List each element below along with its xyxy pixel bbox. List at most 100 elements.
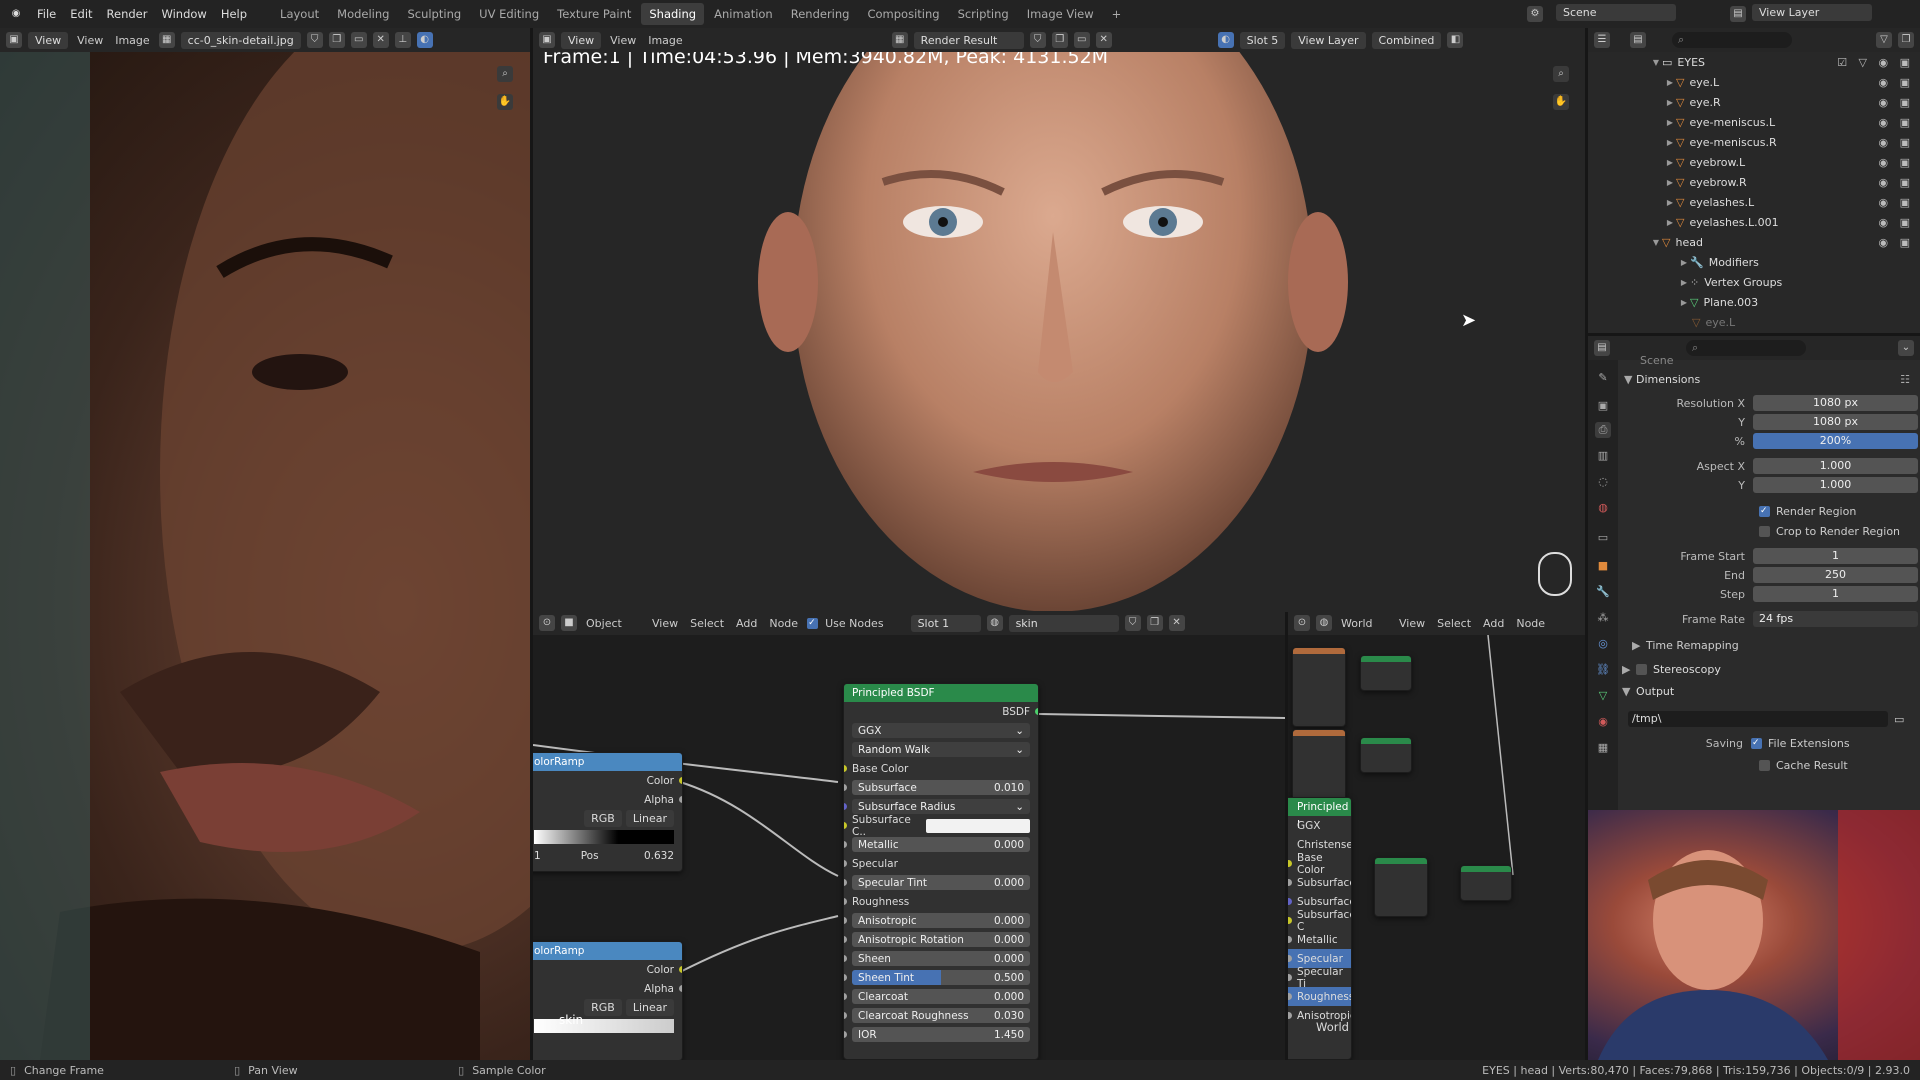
color-socket[interactable] (679, 966, 682, 973)
expand-icon[interactable]: ▶ (1664, 198, 1676, 207)
render-result-field[interactable]: Render Result (913, 31, 1024, 49)
pan-hand-icon[interactable]: ✋ (497, 94, 513, 110)
scene-field[interactable]: Scene (1556, 4, 1676, 21)
mini-node[interactable] (1460, 865, 1512, 901)
menu-node[interactable]: Node (766, 617, 801, 630)
colorramp-node-2[interactable]: olorRamp Color Alpha RGB Linear (533, 941, 683, 1060)
resolution-percent-field[interactable]: 200% (1753, 433, 1918, 449)
subsurface-method-dropdown[interactable]: Random Walk ⌄ (852, 742, 1030, 757)
mini-node[interactable] (1360, 655, 1412, 691)
fake-user-icon[interactable]: ⛉ (1124, 615, 1141, 631)
outliner-item[interactable]: ▶ ▽ eye-meniscus.L ◉ ▣ (1588, 112, 1920, 132)
output-path-field[interactable]: /tmp\ (1628, 711, 1888, 727)
dimensions-panel-header[interactable]: ▼ Dimensions ☷ (1618, 370, 1920, 388)
outliner-item[interactable]: ▶ ▽ eye.R ◉ ▣ (1588, 92, 1920, 112)
material-tab-icon[interactable]: ◉ (1595, 714, 1611, 730)
time-remapping-panel[interactable]: ▶ Time Remapping (1618, 636, 1920, 654)
tab-animation[interactable]: Animation (706, 3, 781, 25)
outliner-item-head[interactable]: ▼ ▽ head ◉ ▣ (1588, 232, 1920, 252)
world-type-icon[interactable]: ◍ (1316, 615, 1332, 631)
specular-tint-socket[interactable] (844, 879, 847, 886)
filter-icon[interactable]: ▽ (1876, 32, 1892, 48)
world-node-canvas[interactable]: Principled I GGX Christensen Base Color … (1288, 635, 1585, 1060)
display-mode-icon[interactable]: ▤ (1630, 32, 1646, 48)
distribution-label[interactable]: GGX (1297, 820, 1320, 832)
expand-icon[interactable]: ▶ (1664, 78, 1676, 87)
outliner-item[interactable]: ▶ ▽ eye-meniscus.R ◉ ▣ (1588, 132, 1920, 152)
frame-rate-dropdown[interactable]: 24 fps (1753, 611, 1918, 627)
menu-help[interactable]: Help (214, 7, 254, 21)
close-icon[interactable]: ✕ (372, 32, 389, 48)
specular-tint-socket[interactable] (1288, 974, 1292, 981)
expand-icon[interactable]: ▶ (1664, 218, 1676, 227)
anisotropic-slider[interactable]: Anisotropic 0.000 (852, 913, 1030, 928)
use-nodes-checkbox[interactable] (807, 617, 819, 629)
scene-icon[interactable]: ⚙ (1527, 6, 1543, 22)
expand-icon[interactable]: ▶ (1678, 258, 1690, 267)
overlay-icon[interactable]: ◐ (1217, 32, 1234, 48)
new-image-icon[interactable]: ❐ (1051, 32, 1068, 48)
menu-image[interactable]: Image (112, 34, 152, 47)
expand-icon[interactable]: ▼ (1650, 238, 1662, 247)
ior-slider[interactable]: IOR 1.450 (852, 1027, 1030, 1042)
file-extensions-checkbox[interactable] (1751, 737, 1762, 749)
metallic-socket[interactable] (1288, 936, 1292, 943)
specular-socket[interactable] (1288, 955, 1292, 962)
slot-dropdown[interactable]: Slot 1 (910, 614, 981, 632)
tab-image-view[interactable]: Image View (1019, 3, 1102, 25)
new-image-icon[interactable]: ❐ (328, 32, 345, 48)
base-color-socket[interactable] (844, 765, 847, 772)
outliner-search-input[interactable]: ⌕ (1672, 32, 1792, 48)
outliner-item-faded[interactable]: ▽ eye.L (1588, 312, 1920, 332)
menu-view[interactable]: View (607, 34, 639, 47)
color-mode-dropdown[interactable]: RGB (584, 999, 622, 1016)
node-canvas[interactable]: olorRamp Color Alpha RGB Linear 1 Pos 0.632… (533, 635, 1285, 1060)
fake-user-icon[interactable]: ⛉ (306, 32, 323, 48)
menu-select[interactable]: Select (687, 617, 727, 630)
zoom-icon[interactable]: ⌕ (497, 66, 513, 82)
expand-icon[interactable]: ▼ (1650, 58, 1662, 67)
outliner-item[interactable]: ▶ ▽ eye.L ◉ ▣ (1588, 72, 1920, 92)
tab-scripting[interactable]: Scripting (950, 3, 1017, 25)
sheen-tint-socket[interactable] (844, 974, 847, 981)
material-browse-icon[interactable]: ◍ (986, 615, 1003, 631)
clearcoat-socket[interactable] (844, 993, 847, 1000)
sheen-tint-slider[interactable]: Sheen Tint 0.500 (852, 970, 1030, 985)
outliner-modifiers[interactable]: ▶ 🔧 Modifiers (1588, 252, 1920, 272)
slot-dropdown[interactable]: Slot 5 (1239, 31, 1286, 49)
menu-window[interactable]: Window (154, 7, 213, 21)
constraints-tab-icon[interactable]: ⛓ (1595, 662, 1611, 678)
view-layer-tab-icon[interactable]: ▥ (1595, 448, 1611, 464)
close-icon[interactable]: ✕ (1168, 615, 1185, 631)
expand-icon[interactable]: ▶ (1664, 178, 1676, 187)
add-workspace-icon[interactable]: + (1104, 3, 1130, 25)
aspect-x-field[interactable]: 1.000 (1753, 458, 1918, 474)
view-layer-dropdown[interactable]: View Layer (1291, 31, 1366, 49)
tab-layout[interactable]: Layout (272, 3, 327, 25)
pan-hand-icon[interactable]: ✋ (1553, 94, 1569, 110)
mini-node[interactable] (1292, 647, 1346, 727)
expand-icon[interactable]: ▶ (1678, 278, 1690, 287)
ior-socket[interactable] (844, 1031, 847, 1038)
subsurface-color-socket[interactable] (1288, 917, 1292, 924)
visibility-icons[interactable]: ☑ ▽ ◉ ▣ (1837, 56, 1914, 69)
tool-tab-icon[interactable]: ✎ (1595, 370, 1611, 386)
subsurface-socket[interactable] (844, 784, 847, 791)
outliner-item[interactable]: ▶ ▽ eyelashes.L.001 ◉ ▣ (1588, 212, 1920, 232)
data-tab-icon[interactable]: ▽ (1595, 688, 1611, 704)
physics-tab-icon[interactable]: ◎ (1595, 636, 1611, 652)
aspect-y-field[interactable]: 1.000 (1753, 477, 1918, 493)
principled-bsdf-node[interactable]: Principled BSDF BSDF GGX ⌄ Random Walk ⌄ B… (843, 683, 1039, 1060)
list-icon[interactable]: ☷ (1900, 373, 1910, 386)
resolution-x-field[interactable]: 1080 px (1753, 395, 1918, 411)
interpolation-dropdown[interactable]: Linear (625, 810, 674, 827)
subsurface-color-swatch[interactable] (925, 818, 1030, 833)
close-icon[interactable]: ✕ (1095, 32, 1112, 48)
crop-region-row[interactable]: Crop to Render Region (1618, 522, 1920, 540)
frame-end-field[interactable]: 250 (1753, 567, 1918, 583)
expand-icon[interactable]: ▶ (1664, 98, 1676, 107)
outliner-item[interactable]: ▶ ▽ eyebrow.R ◉ ▣ (1588, 172, 1920, 192)
alpha-socket[interactable] (679, 796, 682, 803)
color-socket[interactable] (679, 777, 682, 784)
subsurface-color-socket[interactable] (844, 822, 847, 829)
